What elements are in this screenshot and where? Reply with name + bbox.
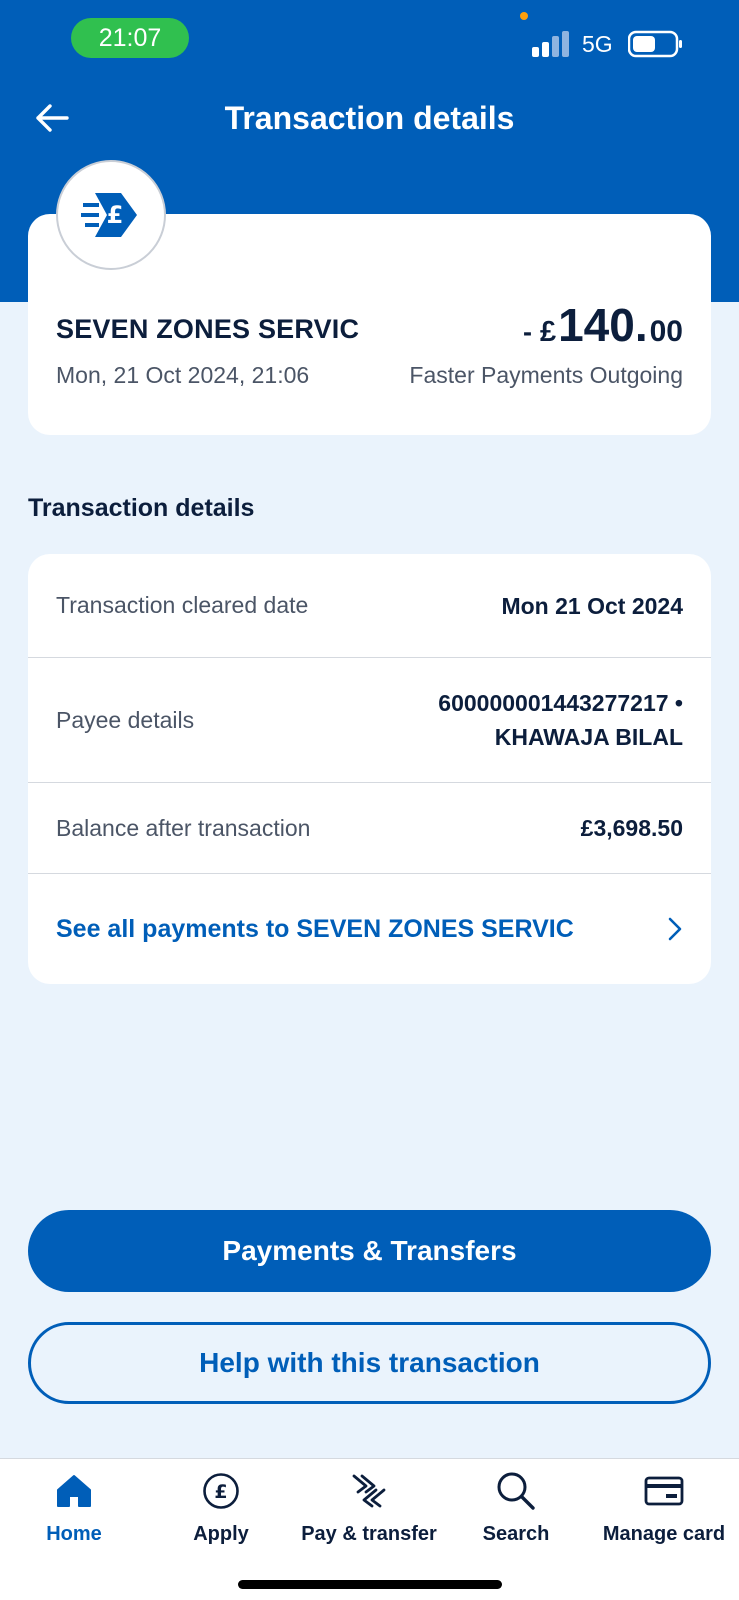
status-time: 21:07 bbox=[71, 18, 189, 58]
faster-payment-pound-icon: £ bbox=[81, 193, 137, 237]
payee-account: 600000001443277217 • bbox=[438, 690, 683, 716]
privacy-indicator-dot bbox=[520, 12, 528, 20]
detail-label: Transaction cleared date bbox=[56, 592, 309, 618]
amount-major: 140. bbox=[558, 299, 648, 351]
payee-name: KHAWAJA BILAL bbox=[494, 724, 683, 750]
help-transaction-button[interactable]: Help with this transaction bbox=[28, 1322, 711, 1404]
detail-row-cleared-date: Transaction cleared date Mon 21 Oct 2024 bbox=[28, 554, 711, 658]
amount-sign: - bbox=[522, 317, 532, 347]
svg-text:£: £ bbox=[214, 1481, 227, 1503]
detail-value: £3,698.50 bbox=[580, 815, 683, 841]
detail-row-balance: Balance after transaction £3,698.50 bbox=[28, 783, 711, 874]
tab-search[interactable]: Search bbox=[442, 1459, 590, 1559]
battery-icon bbox=[628, 30, 682, 58]
svg-text:£: £ bbox=[107, 201, 124, 229]
tab-label: Search bbox=[482, 1523, 550, 1545]
pound-circle-icon: £ bbox=[203, 1473, 239, 1509]
arrow-left-icon bbox=[36, 104, 69, 132]
detail-value: 600000001443277217 • KHAWAJA BILAL bbox=[438, 686, 683, 754]
see-all-payments-link[interactable]: See all payments to SEVEN ZONES SERVIC bbox=[28, 874, 711, 984]
payments-transfers-button[interactable]: Payments & Transfers bbox=[28, 1210, 711, 1292]
detail-value: Mon 21 Oct 2024 bbox=[501, 592, 683, 619]
section-heading-transaction-details: Transaction details bbox=[28, 494, 255, 522]
back-button[interactable] bbox=[30, 96, 74, 140]
bottom-tab-bar: Home £ Apply Pay & transfer Search Manag… bbox=[0, 1458, 739, 1600]
tab-manage-card[interactable]: Manage card bbox=[590, 1459, 738, 1559]
tab-home[interactable]: Home bbox=[0, 1459, 148, 1559]
merchant-logo: £ bbox=[56, 160, 166, 270]
transaction-type: Faster Payments Outgoing bbox=[409, 362, 683, 388]
tab-label: Pay & transfer bbox=[301, 1523, 437, 1545]
tab-label: Apply bbox=[193, 1523, 249, 1545]
home-indicator bbox=[238, 1580, 502, 1589]
tab-label: Manage card bbox=[602, 1523, 726, 1545]
chevron-right-icon bbox=[668, 917, 682, 941]
merchant-name: SEVEN ZONES SERVIC bbox=[56, 314, 360, 344]
signal-icon bbox=[532, 31, 569, 57]
amount-minor: 00 bbox=[649, 315, 683, 348]
tab-apply[interactable]: £ Apply bbox=[147, 1459, 295, 1559]
page-title: Transaction details bbox=[224, 100, 515, 136]
tab-label: Home bbox=[46, 1523, 102, 1545]
detail-row-payee: Payee details 600000001443277217 • KHAWA… bbox=[28, 658, 711, 783]
transfer-arrows-icon bbox=[352, 1474, 386, 1508]
home-icon bbox=[57, 1475, 91, 1507]
transaction-datetime: Mon, 21 Oct 2024, 21:06 bbox=[56, 362, 310, 388]
detail-label: Balance after transaction bbox=[56, 814, 311, 841]
tab-pay-transfer[interactable]: Pay & transfer bbox=[295, 1459, 443, 1559]
transaction-details-card: Transaction cleared date Mon 21 Oct 2024… bbox=[28, 554, 711, 984]
amount-currency: £ bbox=[539, 316, 557, 348]
card-icon bbox=[644, 1476, 684, 1506]
search-icon bbox=[497, 1472, 535, 1510]
transaction-amount: - £ 140. 00 bbox=[523, 298, 683, 352]
detail-label: Payee details bbox=[56, 706, 195, 733]
status-bar: 21:07 5G bbox=[0, 0, 739, 80]
network-type: 5G bbox=[582, 31, 613, 57]
see-all-payments-text: See all payments to SEVEN ZONES SERVIC bbox=[56, 914, 574, 943]
